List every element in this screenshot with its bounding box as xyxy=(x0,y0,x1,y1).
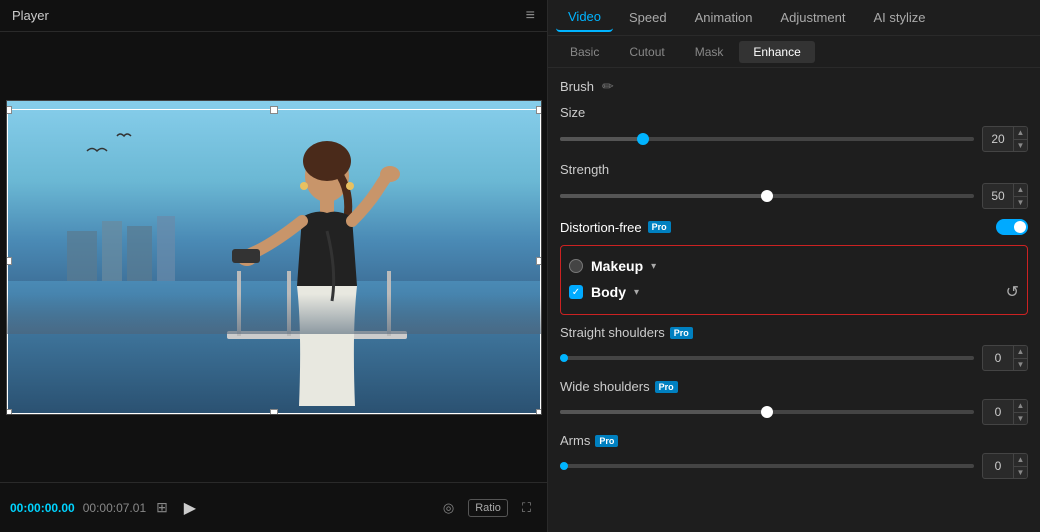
distortion-free-row: Distortion-free Pro xyxy=(560,219,1028,235)
arms-slider[interactable] xyxy=(560,464,974,468)
body-row[interactable]: ✓ Body ▾ ↺ xyxy=(569,278,1019,306)
brush-label: Brush xyxy=(560,79,594,94)
arms-label: Arms Pro xyxy=(560,433,1028,448)
size-slider-row: 20 ▲ ▼ xyxy=(560,126,1028,152)
right-panel: Video Speed Animation Adjustment AI styl… xyxy=(547,0,1040,532)
size-up[interactable]: ▲ xyxy=(1014,127,1027,140)
makeup-row[interactable]: Makeup ▾ xyxy=(569,254,1019,278)
straight-shoulders-label: Straight shoulders Pro xyxy=(560,325,1028,340)
menu-icon[interactable]: ≡ xyxy=(526,7,535,25)
time-total: 00:00:07.01 xyxy=(83,501,146,515)
strength-stepper[interactable]: 50 ▲ ▼ xyxy=(982,183,1028,209)
distortion-free-label: Distortion-free xyxy=(560,220,642,235)
tab-adjustment[interactable]: Adjustment xyxy=(768,4,857,31)
wide-shoulders-stepper[interactable]: 0 ▲ ▼ xyxy=(982,399,1028,425)
wide-shoulders-pro-badge: Pro xyxy=(655,381,678,393)
body-reset-icon[interactable]: ↺ xyxy=(1006,282,1019,302)
sub-tab-cutout[interactable]: Cutout xyxy=(615,41,678,63)
straight-shoulders-dot xyxy=(560,354,568,362)
video-frame xyxy=(6,100,542,415)
time-current: 00:00:00.00 xyxy=(10,501,75,515)
distortion-free-toggle[interactable] xyxy=(996,219,1028,235)
straight-shoulders-down[interactable]: ▼ xyxy=(1014,359,1027,371)
sub-tab-enhance[interactable]: Enhance xyxy=(739,41,814,63)
distortion-pro-badge: Pro xyxy=(648,221,671,233)
target-icon[interactable]: ◎ xyxy=(437,496,460,520)
panel-content: Brush ✏ Size 20 ▲ ▼ xyxy=(548,68,1040,532)
wide-shoulders-down[interactable]: ▼ xyxy=(1014,413,1027,425)
arms-pro-badge: Pro xyxy=(595,435,618,447)
arms-stepper[interactable]: 0 ▲ ▼ xyxy=(982,453,1028,479)
strength-slider[interactable] xyxy=(560,194,974,198)
straight-shoulders-pro-badge: Pro xyxy=(670,327,693,339)
strength-label: Strength xyxy=(560,162,1028,177)
size-label: Size xyxy=(560,105,1028,120)
tab-speed[interactable]: Speed xyxy=(617,4,679,31)
straight-shoulders-stepper[interactable]: 0 ▲ ▼ xyxy=(982,345,1028,371)
straight-shoulders-slider-row: 0 ▲ ▼ xyxy=(560,345,1028,371)
arms-dot xyxy=(560,462,568,470)
tab-animation[interactable]: Animation xyxy=(683,4,765,31)
wide-shoulders-label: Wide shoulders Pro xyxy=(560,379,1028,394)
brush-icon[interactable]: ✏ xyxy=(602,78,614,95)
makeup-checkbox[interactable] xyxy=(569,259,583,273)
strength-down[interactable]: ▼ xyxy=(1014,197,1027,209)
makeup-chevron[interactable]: ▾ xyxy=(651,261,656,272)
time-display: 00:00:00.00 00:00:07.01 xyxy=(10,501,146,515)
tab-video[interactable]: Video xyxy=(556,3,613,32)
player-header: Player ≡ xyxy=(0,0,547,32)
fullscreen-icon[interactable]: ⛶ xyxy=(516,496,537,520)
ratio-button[interactable]: Ratio xyxy=(468,499,508,517)
body-checkbox[interactable]: ✓ xyxy=(569,285,583,299)
video-area: ⟳ xyxy=(0,32,547,482)
wide-shoulders-up[interactable]: ▲ xyxy=(1014,400,1027,413)
bottom-controls: ◎ Ratio ⛶ xyxy=(437,496,537,520)
strength-up[interactable]: ▲ xyxy=(1014,184,1027,197)
tab-ai-stylize[interactable]: AI stylize xyxy=(861,4,937,31)
timeline-grid-icon[interactable]: ⊞ xyxy=(156,499,168,516)
wide-shoulders-section: Wide shoulders Pro 0 ▲ ▼ xyxy=(560,379,1028,425)
video-content xyxy=(7,101,542,415)
strength-section: Strength 50 ▲ ▼ xyxy=(560,162,1028,209)
arms-slider-row: 0 ▲ ▼ xyxy=(560,453,1028,479)
size-section: Size 20 ▲ ▼ xyxy=(560,105,1028,152)
main-tabs: Video Speed Animation Adjustment AI styl… xyxy=(548,0,1040,36)
timeline-bar: 00:00:00.00 00:00:07.01 ⊞ ▶ ◎ Ratio ⛶ xyxy=(0,482,547,532)
brush-row: Brush ✏ xyxy=(560,78,1028,95)
sub-tab-mask[interactable]: Mask xyxy=(681,41,738,63)
straight-shoulders-up[interactable]: ▲ xyxy=(1014,346,1027,359)
body-chevron[interactable]: ▾ xyxy=(634,287,639,298)
arms-section: Arms Pro 0 ▲ ▼ xyxy=(560,433,1028,479)
makeup-label: Makeup xyxy=(591,258,643,274)
size-down[interactable]: ▼ xyxy=(1014,140,1027,152)
wide-shoulders-slider-row: 0 ▲ ▼ xyxy=(560,399,1028,425)
straight-shoulders-section: Straight shoulders Pro 0 ▲ ▼ xyxy=(560,325,1028,371)
play-button[interactable]: ▶ xyxy=(178,496,202,520)
sub-tabs: Basic Cutout Mask Enhance xyxy=(548,36,1040,68)
size-stepper[interactable]: 20 ▲ ▼ xyxy=(982,126,1028,152)
makeup-body-group: Makeup ▾ ✓ Body ▾ ↺ xyxy=(560,245,1028,315)
left-panel: Player ≡ xyxy=(0,0,547,532)
player-title: Player xyxy=(12,8,49,23)
distortion-label-group: Distortion-free Pro xyxy=(560,220,671,235)
arms-down[interactable]: ▼ xyxy=(1014,467,1027,479)
sub-tab-basic[interactable]: Basic xyxy=(556,41,613,63)
strength-slider-row: 50 ▲ ▼ xyxy=(560,183,1028,209)
wide-shoulders-slider[interactable] xyxy=(560,410,974,414)
body-label: Body xyxy=(591,284,626,300)
arms-up[interactable]: ▲ xyxy=(1014,454,1027,467)
straight-shoulders-slider[interactable] xyxy=(560,356,974,360)
size-slider[interactable] xyxy=(560,137,974,141)
